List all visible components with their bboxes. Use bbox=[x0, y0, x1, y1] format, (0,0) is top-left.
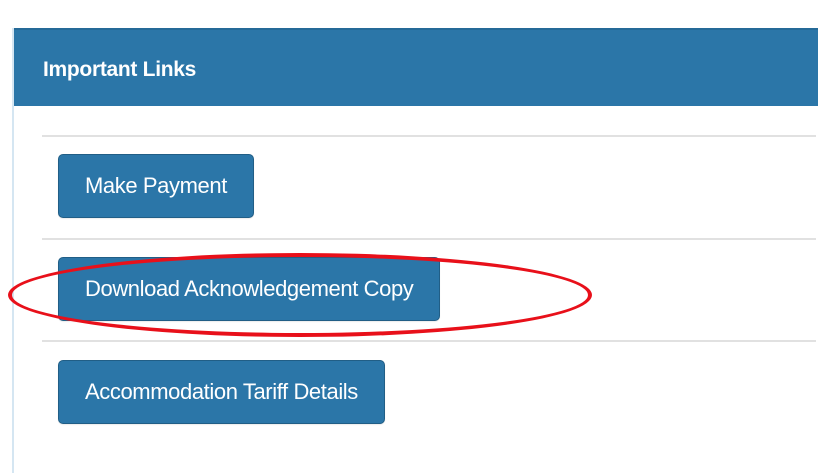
make-payment-button[interactable]: Make Payment bbox=[58, 154, 254, 218]
divider bbox=[42, 135, 816, 137]
accommodation-tariff-details-button[interactable]: Accommodation Tariff Details bbox=[58, 360, 385, 424]
important-links-panel: Important Links Make Payment Download Ac… bbox=[12, 28, 818, 473]
download-acknowledgement-copy-button[interactable]: Download Acknowledgement Copy bbox=[58, 257, 441, 321]
panel-title: Important Links bbox=[43, 58, 197, 81]
divider bbox=[42, 238, 816, 240]
divider bbox=[42, 340, 816, 342]
panel-header: Important Links bbox=[14, 28, 818, 106]
